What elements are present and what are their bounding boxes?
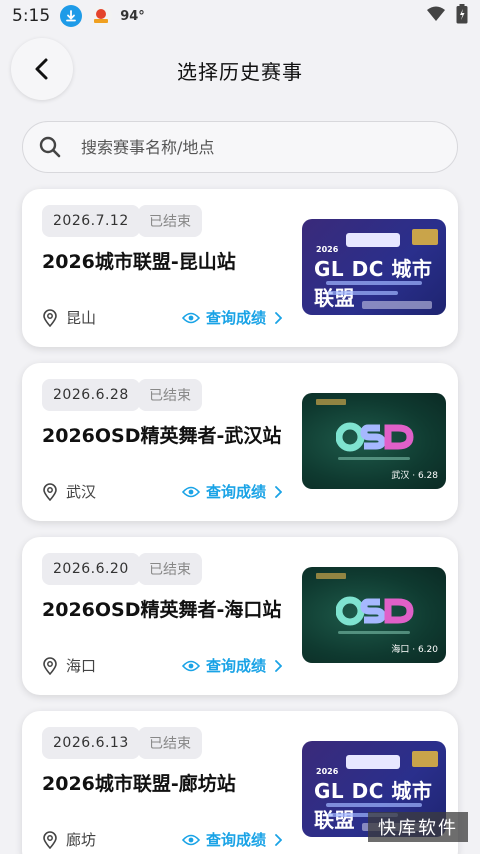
osd-logo-icon: [336, 596, 414, 626]
event-status-tag: 已结束: [138, 379, 202, 411]
thumb-city: 海口 · 6.20: [391, 645, 438, 655]
event-thumbnail: 海口 · 6.20: [302, 567, 446, 663]
event-location: 海口: [42, 655, 96, 676]
eye-icon: [182, 660, 200, 671]
wifi-icon: [426, 6, 446, 26]
view-results-label: 查询成绩: [206, 657, 267, 675]
event-card[interactable]: 2026.6.28 已结束 2026OSD精英舞者-武汉站 武汉 查询成绩 武汉…: [22, 363, 458, 521]
eye-icon: [182, 486, 200, 497]
event-location-label: 武汉: [66, 483, 97, 501]
location-pin-icon: [43, 656, 57, 675]
osd-logo-icon: [336, 422, 414, 452]
thumb-subtitle-line: [328, 291, 398, 295]
event-thumbnail: 武汉 · 6.28: [302, 393, 446, 489]
view-results-label: 查询成绩: [206, 483, 267, 501]
event-location-label: 廊坊: [66, 831, 97, 849]
view-results-link[interactable]: 查询成绩: [182, 481, 283, 502]
view-results-link[interactable]: 查询成绩: [182, 655, 283, 676]
thumb-corner-mark: [316, 399, 346, 405]
eye-icon: [182, 834, 200, 845]
location-pin-icon: [43, 830, 57, 849]
thumb-logo-strip: [346, 755, 400, 769]
view-results-link[interactable]: 查询成绩: [182, 829, 283, 850]
thumb-badge: [412, 751, 438, 767]
thumb-logo-strip: [346, 233, 400, 247]
view-results-label: 查询成绩: [206, 831, 267, 849]
event-status-tag: 已结束: [138, 205, 202, 237]
event-title: 2026OSD精英舞者-海口站: [42, 599, 282, 621]
app-notification-icon: [90, 5, 113, 27]
event-thumbnail: 2026 GL DC 城市联盟: [302, 219, 446, 315]
location-pin-icon: [43, 482, 57, 501]
event-status-tag: 已结束: [138, 553, 202, 585]
header: 选择历史赛事: [0, 38, 480, 102]
view-results-link[interactable]: 查询成绩: [182, 307, 283, 328]
status-time: 5:15: [12, 6, 51, 26]
thumb-sponsor-logos: [362, 301, 432, 309]
event-location: 廊坊: [42, 829, 96, 850]
search-bar[interactable]: [22, 121, 458, 173]
event-location-label: 昆山: [66, 309, 97, 327]
thumb-subtitle-line: [326, 803, 422, 807]
event-date-tag: 2026.6.28: [42, 379, 140, 411]
event-title: 2026OSD精英舞者-武汉站: [42, 425, 282, 447]
watermark: 快库软件: [368, 812, 468, 842]
event-location: 武汉: [42, 481, 96, 502]
event-title: 2026城市联盟-廊坊站: [42, 773, 236, 795]
event-card[interactable]: 2026.7.12 已结束 2026城市联盟-昆山站 昆山 查询成绩 2026 …: [22, 189, 458, 347]
status-bar: 5:15 94°: [0, 0, 480, 32]
status-temperature: 94°: [120, 8, 145, 24]
chevron-right-icon: [275, 833, 283, 846]
search-input[interactable]: [81, 137, 401, 157]
event-date-tag: 2026.7.12: [42, 205, 140, 237]
thumb-city: 武汉 · 6.28: [391, 471, 438, 481]
event-location: 昆山: [42, 307, 96, 328]
thumb-corner-mark: [316, 573, 346, 579]
search-icon: [39, 136, 61, 158]
eye-icon: [182, 312, 200, 323]
event-card[interactable]: 2026.6.20 已结束 2026OSD精英舞者-海口站 海口 查询成绩 海口…: [22, 537, 458, 695]
chevron-right-icon: [275, 659, 283, 672]
page-title: 选择历史赛事: [177, 60, 303, 84]
chevron-right-icon: [275, 485, 283, 498]
status-right-group: [426, 4, 468, 28]
event-location-label: 海口: [66, 657, 97, 675]
event-status-tag: 已结束: [138, 727, 202, 759]
event-date-tag: 2026.6.13: [42, 727, 140, 759]
location-pin-icon: [43, 308, 57, 327]
thumb-subtitle-line: [338, 457, 410, 460]
download-icon: [60, 5, 83, 27]
thumb-badge: [412, 229, 438, 245]
event-date-tag: 2026.6.20: [42, 553, 140, 585]
thumb-subtitle-line: [338, 631, 410, 634]
chevron-right-icon: [275, 311, 283, 324]
view-results-label: 查询成绩: [206, 309, 267, 327]
thumb-subtitle-line: [326, 281, 422, 285]
battery-icon: [456, 4, 468, 28]
event-title: 2026城市联盟-昆山站: [42, 251, 236, 273]
